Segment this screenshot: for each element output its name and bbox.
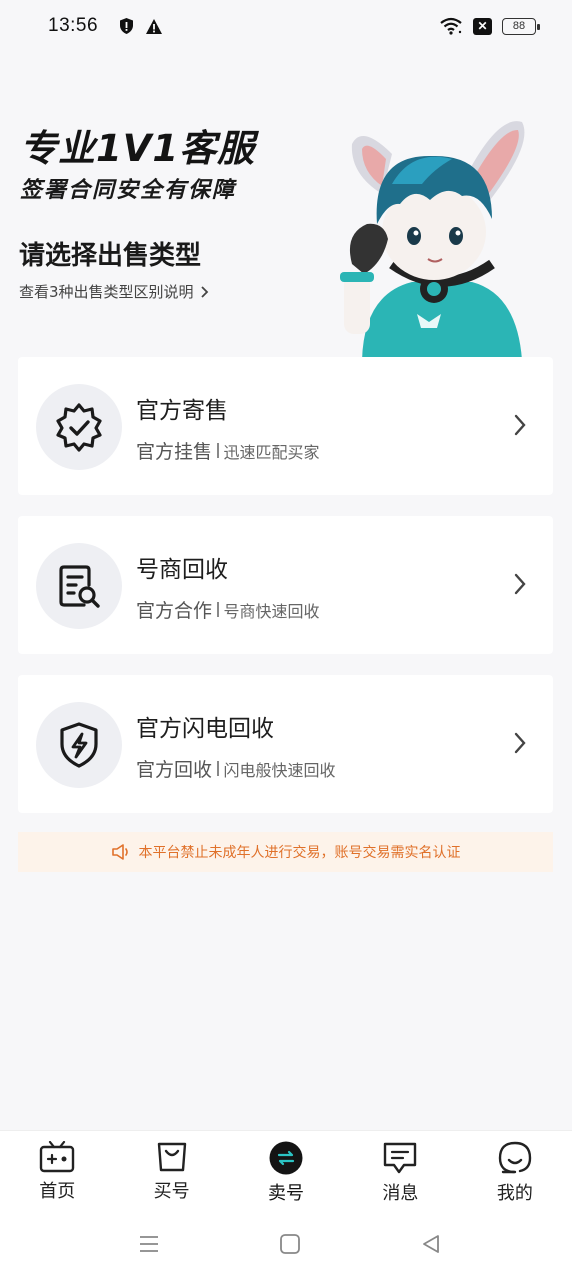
shopping-bag-icon <box>157 1142 186 1172</box>
home-tv-icon <box>40 1141 75 1173</box>
option-desc-sub: 闪电般快速回收 <box>223 760 336 780</box>
option-card-dealer-recycle[interactable]: 号商回收 官方合作 号商快速回收 <box>18 516 553 654</box>
back-triangle-icon[interactable] <box>420 1233 442 1255</box>
option-title: 官方寄售 <box>136 398 228 424</box>
chevron-right-icon <box>514 414 526 436</box>
notice-text: 本平台禁止未成年人进行交易，账号交易需实名认证 <box>138 845 461 861</box>
tab-buy[interactable]: 买号 <box>114 1131 228 1214</box>
document-search-icon <box>36 543 122 629</box>
hero-banner: 专业1V1客服 签署合同安全有保障 请选择出售类型 查看3种出售类型区别说明 <box>0 52 572 360</box>
status-time: 13:56 <box>48 15 99 36</box>
tab-label: 消息 <box>382 1183 419 1204</box>
bottom-tab-bar: 首页 买号 卖号 消息 我的 <box>0 1130 572 1214</box>
chevron-right-icon <box>514 732 526 754</box>
divider <box>217 761 219 776</box>
profile-icon <box>498 1141 532 1174</box>
system-navigation-bar <box>0 1214 572 1280</box>
status-bar: 13:56 ✕ 88 <box>0 0 572 52</box>
tab-profile[interactable]: 我的 <box>458 1131 572 1214</box>
wifi-icon <box>440 17 462 35</box>
option-title: 号商回收 <box>136 557 228 583</box>
shield-alert-icon <box>120 18 134 34</box>
sell-type-heading: 请选择出售类型 <box>19 241 202 271</box>
tab-label: 我的 <box>496 1183 533 1204</box>
tab-label: 卖号 <box>268 1183 305 1204</box>
option-card-official-consignment[interactable]: 官方寄售 官方挂售 迅速匹配买家 <box>18 357 553 495</box>
sim-x-icon: ✕ <box>473 17 492 35</box>
sell-type-explanation-link[interactable]: 查看3种出售类型区别说明 <box>19 281 209 302</box>
option-desc-main: 官方回收 <box>136 759 213 781</box>
warning-icon <box>146 18 163 34</box>
hero-subtitle: 签署合同安全有保障 <box>20 178 237 203</box>
tab-messages[interactable]: 消息 <box>343 1131 457 1214</box>
tab-label: 买号 <box>153 1181 190 1202</box>
option-desc-sub: 迅速匹配买家 <box>223 442 320 462</box>
rabbit-mascot-illustration <box>340 121 525 360</box>
speaker-icon <box>111 844 128 860</box>
option-desc-main: 官方合作 <box>136 600 213 622</box>
tab-sell[interactable]: 卖号 <box>229 1131 343 1214</box>
verified-badge-icon <box>36 384 122 470</box>
chevron-right-icon <box>514 573 526 595</box>
menu-icon[interactable] <box>138 1233 160 1255</box>
tab-home[interactable]: 首页 <box>0 1131 114 1214</box>
message-icon <box>384 1142 417 1174</box>
sell-type-explanation-text: 查看3种出售类型区别说明 <box>19 283 194 301</box>
battery-level: 88 <box>512 20 526 32</box>
divider <box>217 602 219 617</box>
home-square-icon[interactable] <box>279 1233 301 1255</box>
option-card-lightning-recycle[interactable]: 官方闪电回收 官方回收 闪电般快速回收 <box>18 675 553 813</box>
swap-icon <box>269 1141 303 1175</box>
option-title: 官方闪电回收 <box>136 716 274 742</box>
option-desc-sub: 号商快速回收 <box>223 601 320 621</box>
divider <box>217 443 219 458</box>
lightning-shield-icon <box>36 702 122 788</box>
battery-icon: 88 <box>502 17 540 35</box>
chevron-right-icon <box>200 285 208 298</box>
hero-title: 专业1V1客服 <box>20 127 256 170</box>
age-restriction-notice: 本平台禁止未成年人进行交易，账号交易需实名认证 <box>18 832 553 872</box>
option-desc-main: 官方挂售 <box>136 441 213 463</box>
tab-label: 首页 <box>39 1181 76 1202</box>
